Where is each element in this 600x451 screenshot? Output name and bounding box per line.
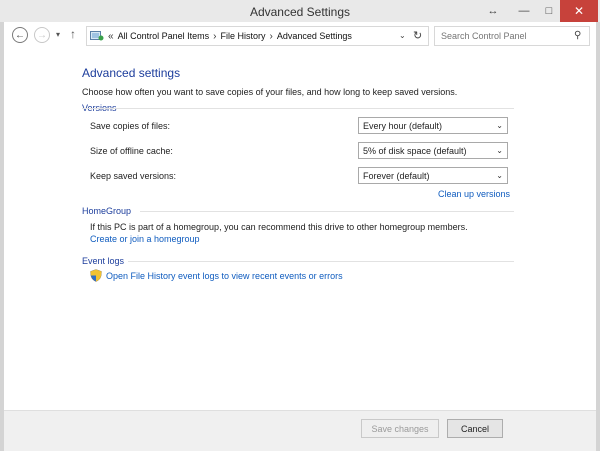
save-copies-label: Save copies of files:	[90, 121, 171, 131]
dialog-footer: Save changes Cancel	[4, 410, 596, 451]
offline-cache-label: Size of offline cache:	[90, 146, 173, 156]
shield-icon	[90, 269, 102, 282]
search-box[interactable]: ⚲	[434, 26, 590, 46]
minimize-button[interactable]: —	[513, 0, 535, 22]
cancel-button[interactable]: Cancel	[447, 419, 503, 438]
breadcrumb-separator[interactable]: ›	[213, 31, 216, 42]
arrow-left-icon: ←	[15, 29, 25, 41]
save-copies-value: Every hour (default)	[363, 121, 443, 131]
keep-versions-value: Forever (default)	[363, 171, 430, 181]
breadcrumb-overflow[interactable]: «	[108, 31, 114, 42]
main-content: Advanced settings Choose how often you w…	[4, 50, 596, 410]
section-divider	[82, 108, 514, 109]
search-icon[interactable]: ⚲	[574, 30, 581, 41]
chevron-down-icon: ⌄	[496, 121, 503, 130]
save-changes-button[interactable]: Save changes	[361, 419, 439, 438]
create-join-homegroup-link[interactable]: Create or join a homegroup	[90, 234, 200, 244]
keep-versions-dropdown[interactable]: Forever (default) ⌄	[358, 167, 508, 184]
maximize-button[interactable]: □	[538, 0, 560, 22]
close-button[interactable]: ✕	[560, 0, 598, 22]
homegroup-text: If this PC is part of a homegroup, you c…	[90, 222, 468, 232]
page-title: Advanced settings	[82, 66, 181, 80]
keep-versions-label: Keep saved versions:	[90, 171, 177, 181]
window-title: Advanced Settings	[249, 5, 351, 19]
chevron-down-icon: ⌄	[496, 171, 503, 180]
title-bar: Advanced Settings ↔ — □ ✕	[0, 0, 600, 22]
open-event-logs-link[interactable]: Open File History event logs to view rec…	[106, 271, 343, 281]
breadcrumb-separator[interactable]: ›	[269, 31, 272, 42]
control-panel-icon	[90, 31, 104, 41]
chevron-down-icon: ⌄	[496, 146, 503, 155]
offline-cache-value: 5% of disk space (default)	[363, 146, 467, 156]
up-button[interactable]: ↑	[70, 27, 76, 41]
breadcrumb-advanced-settings[interactable]: Advanced Settings	[277, 31, 352, 41]
forward-button[interactable]: →	[34, 27, 50, 43]
search-input[interactable]	[441, 30, 569, 42]
page-description: Choose how often you want to save copies…	[82, 87, 458, 97]
address-dropdown-icon[interactable]: ⌄	[399, 31, 406, 40]
back-button[interactable]: ←	[12, 27, 28, 43]
refresh-icon[interactable]: ↻	[413, 29, 422, 42]
save-copies-dropdown[interactable]: Every hour (default) ⌄	[358, 117, 508, 134]
breadcrumb-file-history[interactable]: File History	[220, 31, 265, 41]
recent-locations-icon[interactable]: ▾	[56, 30, 60, 39]
navigation-bar: ← → ▾ ↑ « All Control Panel Items › File…	[4, 22, 596, 50]
breadcrumb-all-control-panel-items[interactable]: All Control Panel Items	[118, 31, 210, 41]
section-title-homegroup: HomeGroup	[82, 206, 132, 216]
section-divider	[140, 211, 514, 212]
clean-up-versions-link[interactable]: Clean up versions	[438, 189, 510, 199]
offline-cache-dropdown[interactable]: 5% of disk space (default) ⌄	[358, 142, 508, 159]
section-divider	[128, 261, 514, 262]
arrow-right-icon: →	[37, 29, 47, 41]
address-bar[interactable]: « All Control Panel Items › File History…	[86, 26, 429, 46]
section-title-event-logs: Event logs	[82, 256, 125, 266]
resize-icon[interactable]: ↔	[482, 0, 504, 22]
